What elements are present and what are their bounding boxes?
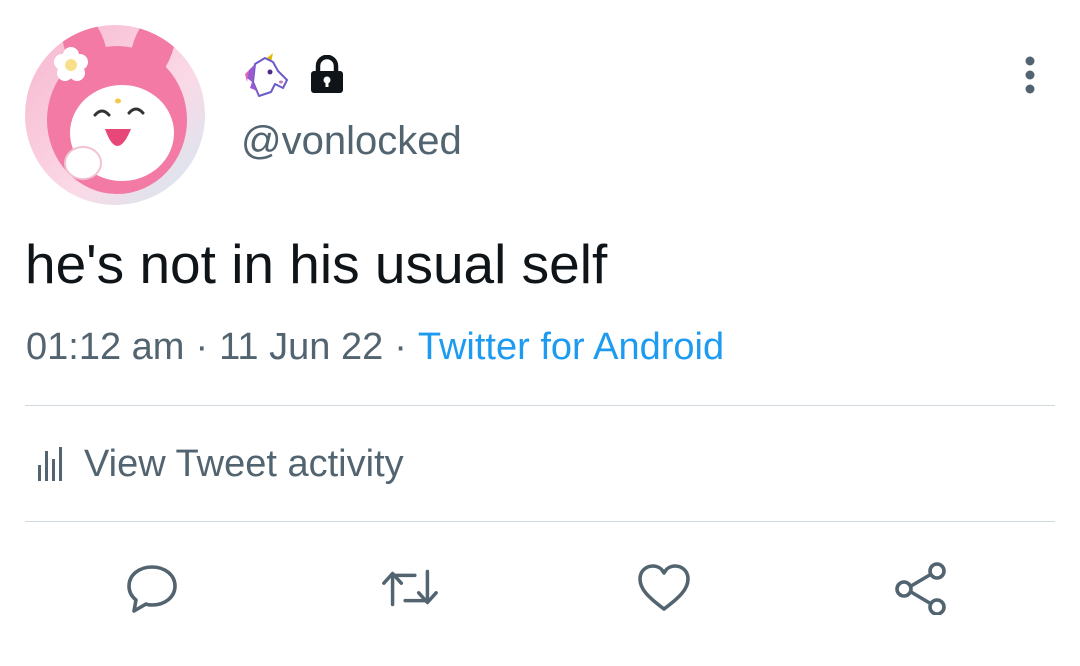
meta-separator: ·	[195, 326, 209, 368]
heart-icon	[638, 564, 690, 611]
tweet-meta: 01:12 am · 11 Jun 22 · Twitter for Android	[26, 322, 724, 372]
like-button[interactable]	[634, 558, 694, 618]
tweet-text: he's not in his usual self	[25, 233, 608, 295]
tweet: @vonlocked he's not in his usual self 01…	[0, 0, 1080, 666]
analytics-icon	[38, 447, 62, 481]
avatar[interactable]	[25, 25, 205, 205]
divider	[25, 405, 1055, 406]
meta-separator: ·	[394, 326, 407, 368]
retweet-icon	[382, 569, 438, 607]
reply-button[interactable]	[122, 558, 182, 618]
tweet-source-link[interactable]: Twitter for Android	[418, 326, 724, 368]
display-name[interactable]	[243, 52, 345, 98]
divider	[25, 521, 1055, 522]
user-handle[interactable]: @vonlocked	[241, 117, 462, 165]
share-button[interactable]	[891, 558, 951, 618]
share-icon	[895, 562, 946, 615]
tweet-date[interactable]: 11 Jun 22	[219, 326, 383, 368]
avatar-image	[25, 25, 205, 205]
reply-icon	[127, 565, 177, 613]
tweet-time[interactable]: 01:12 am	[26, 326, 184, 368]
view-tweet-activity-label: View Tweet activity	[84, 442, 404, 485]
retweet-button[interactable]	[380, 558, 440, 618]
lock-icon	[311, 55, 343, 93]
view-tweet-activity-button[interactable]: View Tweet activity	[38, 438, 404, 490]
unicorn-icon	[245, 53, 288, 97]
more-options-icon[interactable]	[1012, 55, 1048, 95]
